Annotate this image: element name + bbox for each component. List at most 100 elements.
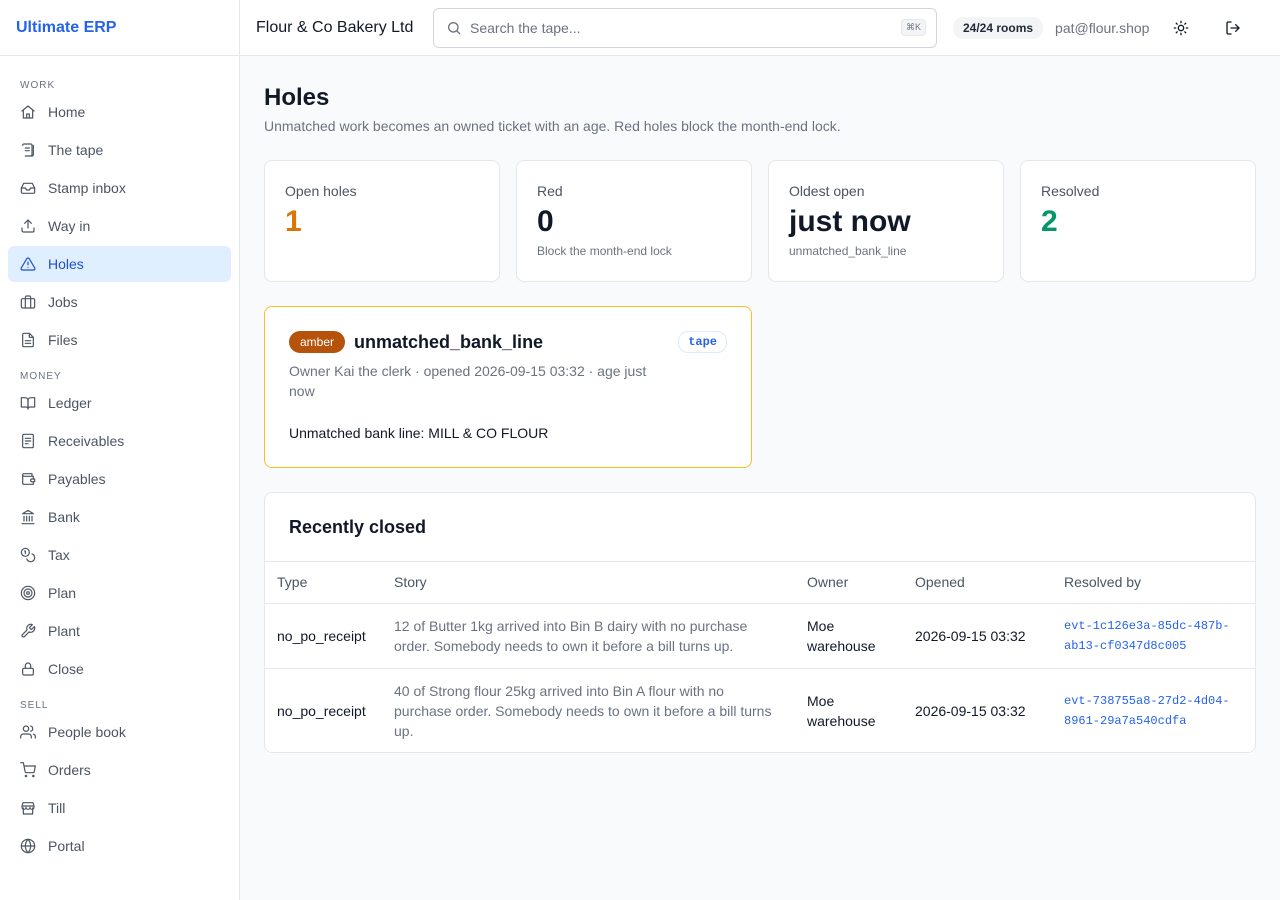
upload-icon — [20, 218, 36, 234]
sidebar-item-bank[interactable]: Bank — [8, 499, 231, 535]
company-name[interactable]: Flour & Co Bakery Ltd — [256, 19, 433, 37]
cell-type: no_po_receipt — [277, 702, 366, 719]
sidebar-item-label: Files — [48, 332, 78, 348]
sidebar-item-ledger[interactable]: Ledger — [8, 385, 231, 421]
resolved-by-link[interactable]: evt-738755a8-27d2-4d04-8961-29a7a540cdfa — [1052, 668, 1255, 752]
sidebar-item-label: Portal — [48, 838, 85, 854]
sidebar-item-files[interactable]: Files — [8, 322, 231, 358]
sidebar-item-till[interactable]: Till — [8, 790, 231, 826]
sidebar-item-receivables[interactable]: Receivables — [8, 423, 231, 459]
sidebar-item-label: Stamp inbox — [48, 180, 126, 196]
home-icon — [20, 104, 36, 120]
sun-icon — [1174, 20, 1189, 35]
sidebar-item-label: Plant — [48, 623, 80, 639]
sidebar: Ultimate ERP WORK Home The tape Stamp inbox… — [0, 0, 240, 900]
sidebar-item-label: Jobs — [48, 294, 78, 310]
brand-logo[interactable]: Ultimate ERP — [0, 0, 239, 56]
search-shortcut: ⌘K — [900, 19, 926, 36]
stat-hint: Block the month-end lock — [537, 244, 672, 258]
sidebar-item-label: Till — [48, 800, 66, 816]
stat-card-open-holes: Open holes 1 — [264, 160, 500, 282]
stat-label: Oldest open — [789, 183, 865, 199]
stat-card-resolved: Resolved 2 — [1020, 160, 1256, 282]
cell-opened: 2026-09-15 03:32 — [915, 702, 1026, 719]
sidebar-item-holes[interactable]: Holes — [8, 246, 231, 282]
wallet-icon — [20, 471, 36, 487]
stat-value: 2 — [1041, 205, 1058, 238]
sidebar-item-plan[interactable]: Plan — [8, 575, 231, 611]
stat-card-oldest-open: Oldest open just now unmatched_bank_line — [768, 160, 1004, 282]
sidebar-item-label: Tax — [48, 547, 70, 563]
recently-closed-panel: Recently closed Type Story Owner Opened … — [264, 492, 1256, 753]
sidebar-item-label: Orders — [48, 762, 91, 778]
sidebar-section-label: WORK — [20, 80, 56, 91]
logout-button[interactable] — [1217, 12, 1249, 44]
briefcase-icon — [20, 294, 36, 310]
sidebar-item-label: Holes — [48, 256, 84, 272]
closed-table: Type Story Owner Opened Resolved by no_p… — [265, 562, 1255, 752]
cell-story: 12 of Butter 1kg arrived into Bin B dair… — [382, 603, 795, 669]
sidebar-item-label: People book — [48, 724, 126, 740]
sidebar-item-label: Plan — [48, 585, 77, 601]
sidebar-item-label: Receivables — [48, 433, 125, 449]
store-icon — [20, 800, 36, 816]
search-box[interactable]: ⌘K — [433, 7, 937, 48]
stat-label: Open holes — [285, 183, 357, 199]
lock-icon — [20, 661, 36, 677]
section-title: Recently closed — [265, 493, 1255, 562]
sidebar-section-label: SELL — [20, 700, 49, 711]
sidebar-item-portal[interactable]: Portal — [8, 828, 231, 864]
sidebar-item-plant[interactable]: Plant — [8, 613, 231, 649]
cell-story: 40 of Strong flour 25kg arrived into Bin… — [394, 682, 772, 739]
hole-description: Unmatched bank line: MILL & CO FLOUR — [289, 425, 549, 441]
sidebar-nav: WORK Home The tape Stamp inbox Way in Holes Jo… — [0, 69, 239, 864]
alert-triangle-icon — [20, 256, 36, 272]
logout-icon — [1226, 20, 1241, 35]
resolved-by-link[interactable]: evt-1c126e3a-85dc-487b-ab13-cf0347d8c005 — [1052, 603, 1255, 669]
sidebar-item-payables[interactable]: Payables — [8, 461, 231, 497]
sidebar-item-jobs[interactable]: Jobs — [8, 284, 231, 320]
globe-icon — [20, 838, 36, 854]
table-row: no_po_receipt 12 of Butter 1kg arrived i… — [265, 603, 1255, 669]
sidebar-item-label: Close — [48, 661, 84, 677]
stat-hint: unmatched_bank_line — [789, 244, 907, 258]
column-header: Resolved by — [1052, 562, 1255, 604]
sidebar-item-tax[interactable]: Tax — [8, 537, 231, 573]
topbar: Flour & Co Bakery Ltd ⌘K 24/24 rooms pat… — [240, 0, 1280, 56]
receipt-icon — [20, 433, 36, 449]
inbox-icon — [20, 180, 36, 196]
sidebar-item-home[interactable]: Home — [8, 94, 231, 130]
sidebar-item-way-in[interactable]: Way in — [8, 208, 231, 244]
search-input[interactable] — [470, 19, 901, 36]
source-tag[interactable]: tape — [678, 331, 727, 353]
scroll-icon — [20, 142, 36, 158]
stat-value: 1 — [285, 205, 302, 238]
sidebar-item-the-tape[interactable]: The tape — [8, 132, 231, 168]
page-title: Holes — [264, 84, 330, 111]
sidebar-item-people-book[interactable]: People book — [8, 714, 231, 750]
table-header-row: Type Story Owner Opened Resolved by — [265, 562, 1255, 604]
sidebar-item-stamp-inbox[interactable]: Stamp inbox — [8, 170, 231, 206]
hole-name: unmatched_bank_line — [354, 331, 544, 352]
cell-type: no_po_receipt — [265, 603, 382, 669]
table-row: no_po_receipt 40 of Strong flour 25kg ar… — [265, 668, 1255, 752]
target-icon — [20, 585, 36, 601]
file-icon — [20, 332, 36, 348]
sidebar-item-label: Ledger — [48, 395, 92, 411]
sidebar-item-label: Way in — [48, 218, 91, 234]
user-email: pat@flour.shop — [1055, 19, 1150, 36]
cell-owner: Moe warehouse — [807, 692, 876, 729]
theme-toggle-button[interactable] — [1165, 12, 1197, 44]
hole-card[interactable]: amber unmatched_bank_line tape Owner Kai… — [264, 306, 752, 468]
cart-icon — [20, 762, 36, 778]
severity-badge: amber — [289, 331, 346, 353]
sidebar-section-label: MONEY — [20, 371, 62, 382]
stat-card-red: Red 0 Block the month-end lock — [516, 160, 752, 282]
sidebar-item-close[interactable]: Close — [8, 651, 231, 687]
stat-value: 0 — [537, 205, 554, 238]
sidebar-item-orders[interactable]: Orders — [8, 752, 231, 788]
stat-label: Resolved — [1041, 183, 1100, 199]
sidebar-item-label: Payables — [48, 471, 106, 487]
main-content: Holes Unmatched work becomes an owned ti… — [240, 56, 1280, 900]
book-icon — [20, 395, 36, 411]
